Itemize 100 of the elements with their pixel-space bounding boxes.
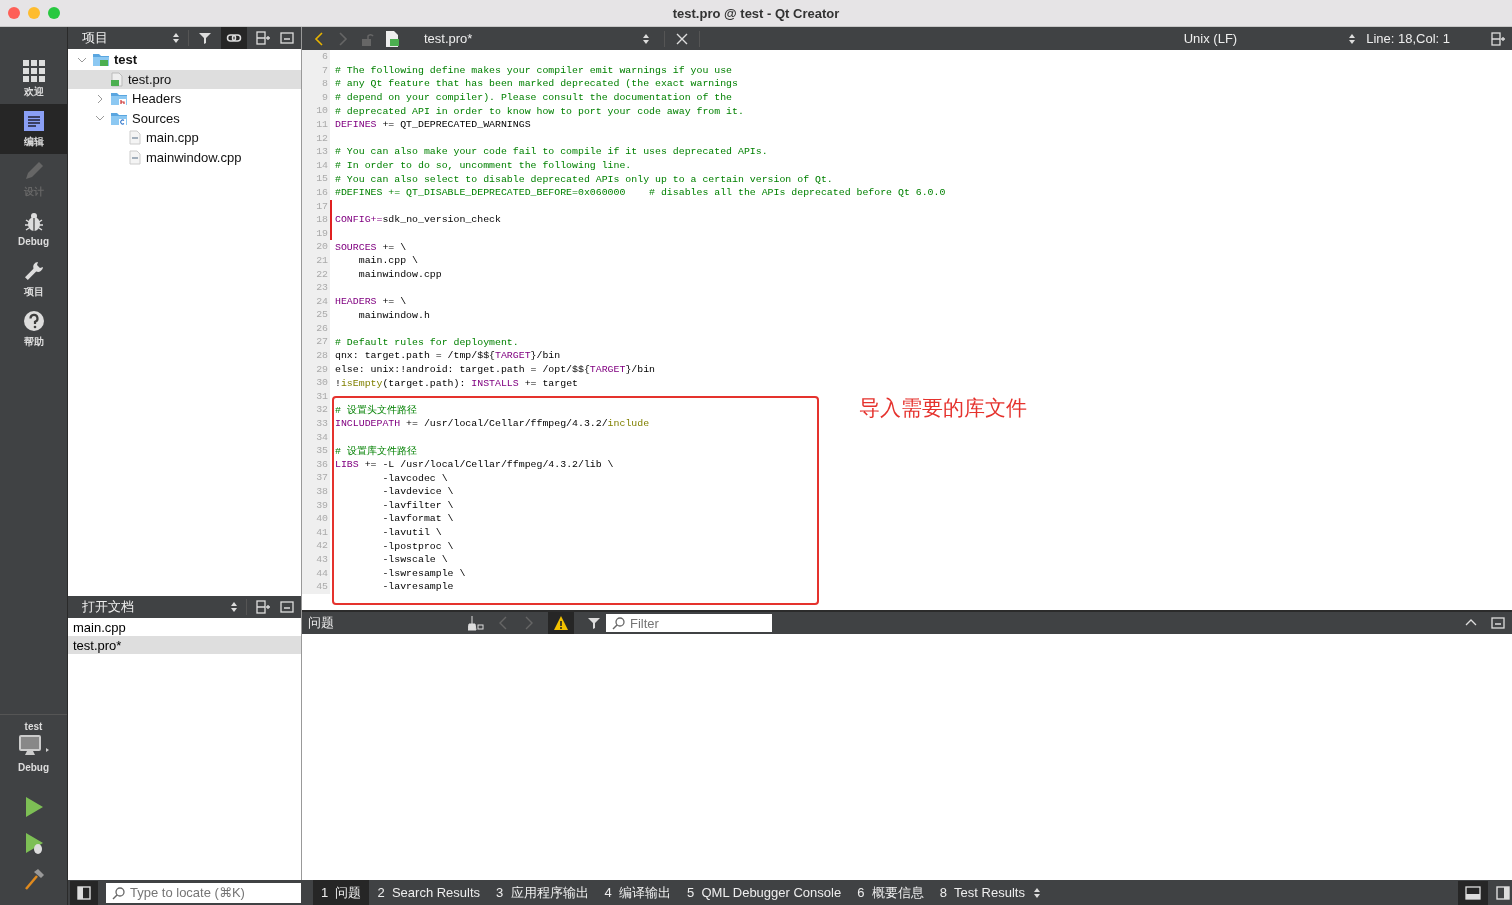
output-toggle-icon[interactable] [1465, 885, 1481, 900]
chevron-right-icon[interactable] [95, 93, 105, 104]
output-pane-tab[interactable]: 3 应用程序输出 [488, 879, 597, 905]
code-line: CONFIG+=sdk_no_version_check [335, 214, 501, 226]
filter-icon[interactable] [586, 615, 602, 631]
close-pane-icon[interactable] [1490, 615, 1506, 631]
mode-button[interactable]: 编辑 [0, 104, 67, 154]
line-number: 30 [302, 376, 330, 390]
tree-item[interactable]: Sources [68, 108, 301, 128]
line-ending-selector[interactable]: Unix (LF) [1177, 30, 1244, 47]
mode-button[interactable]: 欢迎 [0, 54, 67, 104]
tree-item[interactable]: mainwindow.cpp [68, 147, 301, 167]
updown-icon[interactable] [1348, 32, 1357, 45]
run-toolbar-button[interactable] [22, 867, 45, 891]
code-line: INCLUDEPATH += /usr/local/Cellar/ffmpeg/4.3.2/include [335, 418, 650, 430]
grid-icon [22, 59, 45, 82]
line-number: 23 [302, 281, 330, 295]
search-icon [112, 885, 126, 900]
file-selector[interactable]: test.pro* [410, 31, 655, 46]
line-number: 20 [302, 240, 330, 254]
pane-title: 打开文档 [82, 598, 135, 616]
line-number: 10 [302, 104, 330, 118]
mode-button[interactable]: 项目 [0, 254, 67, 304]
code-line: !isEmpty(target.path): INSTALLS += target [335, 377, 578, 389]
code-line: HEADERS += \ [335, 296, 407, 307]
code-line: qnx: target.path = /tmp/$${TARGET}/bin [335, 350, 561, 362]
line-number: 28 [302, 349, 330, 363]
line-number: 38 [302, 485, 330, 499]
file-icon [110, 71, 124, 87]
tree-item[interactable]: main.cpp [68, 128, 301, 148]
filter-field[interactable]: Filter [606, 614, 772, 632]
tree-item-label: Headers [132, 91, 182, 107]
tree-item[interactable]: Headers [68, 89, 301, 109]
code-line: # any Qt feature that has been marked deprecated (the exact warnings [335, 78, 738, 90]
tree-item[interactable]: test [68, 50, 301, 70]
code-line: -lswresample \ [381, 567, 466, 579]
open-document-item[interactable]: main.cpp [68, 618, 301, 636]
bug-icon [22, 211, 45, 233]
line-number: 6 [302, 50, 330, 64]
cursor-position[interactable]: Line: 18,Col: 1 [1366, 31, 1450, 46]
close-pane-icon[interactable] [279, 30, 295, 46]
code-line: else: unix:!android: target.path = /opt/$${TARGET}/bin [335, 363, 656, 375]
line-number: 32 [302, 403, 330, 418]
code-line: # Default rules for deployment. [335, 336, 519, 348]
output-pane-tab[interactable]: 5 QML Debugger Console [679, 881, 850, 904]
document-icon [22, 109, 45, 132]
output-pane-tab[interactable]: 1 问题 [313, 879, 370, 905]
output-pane-tab[interactable]: 2 Search Results [369, 881, 489, 904]
code-line: # You can also select to disable deprecated APIs only up to a certain version of Qt. [335, 173, 833, 185]
open-document-item[interactable]: test.pro* [68, 636, 301, 654]
pane-title: 问题 [308, 614, 335, 632]
line-number: 13 [302, 145, 330, 159]
close-pane-icon[interactable] [279, 599, 295, 615]
code-line: # deprecated API in order to know how to port your code away from it. [335, 105, 744, 117]
warning-icon[interactable] [553, 615, 569, 631]
code-line: -lswscale \ [381, 554, 448, 566]
line-number: 33 [302, 417, 330, 431]
split-icon[interactable] [1490, 30, 1506, 47]
output-pane-tab[interactable]: 6 概要信息 [849, 879, 932, 905]
tree-item-label: Sources [132, 110, 180, 126]
broom-icon[interactable] [468, 615, 484, 631]
updown-icon[interactable] [1032, 886, 1041, 899]
code-line: LIBS += -L /usr/local/Cellar/ffmpeg/4.3.2/lib \ [335, 459, 614, 471]
locator-field[interactable]: Type to locate (⌘K) [106, 882, 301, 903]
window-title: test.pro @ test - Qt Creator [672, 5, 840, 21]
line-number: 27 [302, 335, 330, 350]
tree-item-label: main.cpp [146, 130, 199, 146]
mode-button[interactable]: 帮助 [0, 304, 67, 354]
code-line: # You can also make your code fail to compile if it uses deprecated APIs. [335, 146, 768, 158]
wrench-icon [22, 259, 45, 282]
file-icon [128, 130, 142, 146]
line-number: 37 [302, 471, 330, 485]
code-line: DEFINES += QT_DEPRECATED_WARNINGS [335, 119, 531, 131]
code-line: mainwindow.h [357, 309, 430, 321]
mode-button[interactable]: Debug [0, 204, 67, 254]
updown-icon[interactable] [230, 601, 238, 613]
close-icon[interactable] [675, 31, 690, 46]
code-line: # 设置库文件路径 [335, 444, 417, 458]
sidebar-right-icon[interactable] [1496, 885, 1510, 900]
code-line: mainwindow.cpp [357, 268, 442, 280]
line-number: 42 [302, 539, 330, 553]
line-number: 15 [302, 172, 330, 186]
line-number: 40 [302, 512, 330, 526]
code-line: -lavutil \ [381, 527, 442, 539]
sidebar-toggle-icon[interactable] [77, 885, 91, 900]
updown-icon[interactable] [172, 32, 180, 44]
code-line: main.cpp \ [357, 255, 418, 267]
tree-item-label: test [114, 52, 138, 68]
tree-item[interactable]: test.pro [68, 69, 301, 89]
code-line: #DEFINES += QT_DISABLE_DEPRECATED_BEFORE=0x060000 # disables all the APIs deprecated before Qt 6.0.0 [335, 187, 946, 199]
file-icon [384, 29, 400, 48]
filter-icon[interactable] [197, 30, 213, 46]
annotation-text: 导入需要的库文件 [859, 395, 1027, 421]
help-icon [22, 309, 45, 332]
code-line: -lavresample [381, 581, 454, 593]
split-icon[interactable] [255, 599, 271, 615]
output-pane-tab[interactable]: 8 Test Results [931, 881, 1033, 904]
split-icon[interactable] [255, 30, 271, 46]
output-pane-tab[interactable]: 4 编译输出 [596, 879, 679, 905]
hammer-icon [22, 867, 45, 891]
